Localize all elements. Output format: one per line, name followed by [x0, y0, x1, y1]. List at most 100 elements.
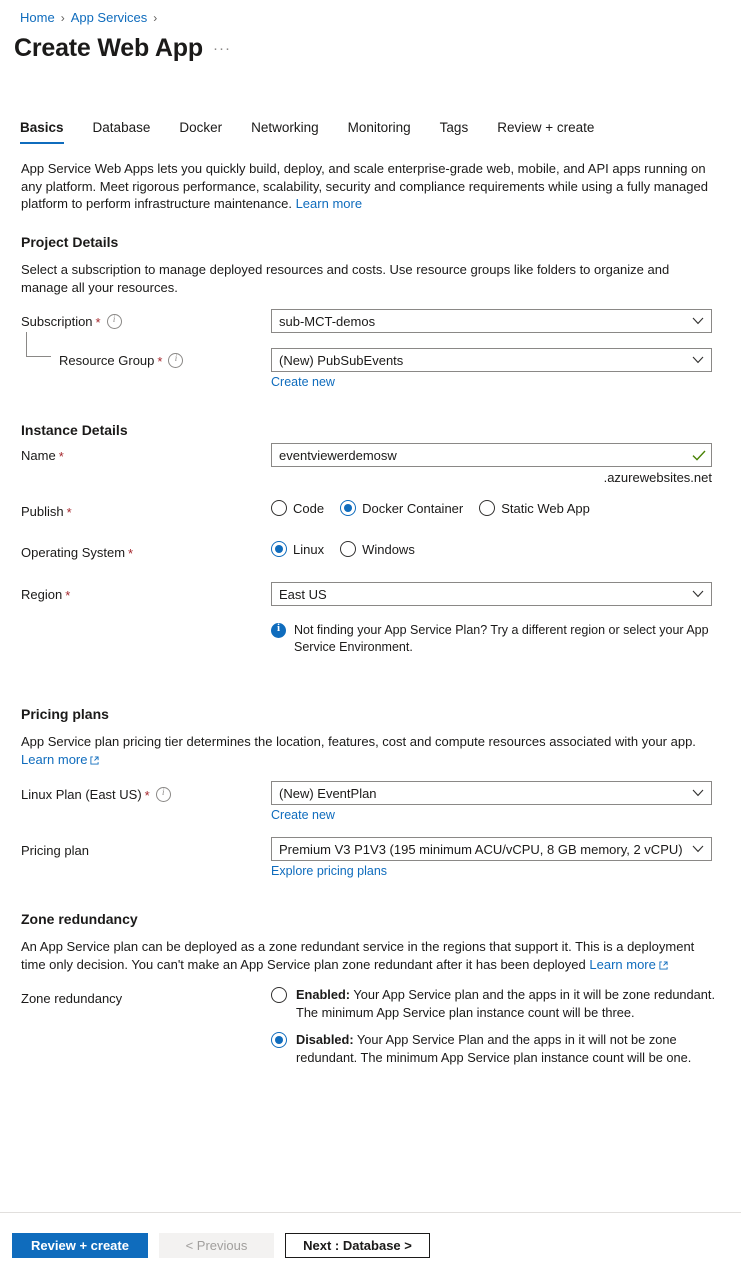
required-asterisk: *	[66, 505, 72, 520]
required-asterisk: *	[58, 449, 64, 464]
radio-icon-selected	[271, 541, 287, 557]
tab-monitoring[interactable]: Monitoring	[348, 120, 411, 144]
publish-option-code[interactable]: Code	[271, 500, 324, 516]
info-icon[interactable]	[106, 314, 122, 329]
pricing-plan-label-text: Pricing plan	[21, 843, 89, 858]
publish-option-docker-container[interactable]: Docker Container	[340, 500, 463, 516]
zone-redundancy-disabled-detail: Your App Service Plan and the apps in it…	[296, 1032, 692, 1065]
breadcrumb-item-app-services[interactable]: App Services	[71, 10, 148, 25]
chevron-down-icon	[685, 845, 711, 853]
radio-icon	[271, 500, 287, 516]
tab-basics[interactable]: Basics	[20, 120, 64, 144]
tab-review-create[interactable]: Review + create	[497, 120, 594, 144]
tab-tags[interactable]: Tags	[440, 120, 469, 144]
intro-learn-more-link[interactable]: Learn more	[296, 196, 362, 211]
info-filled-icon	[271, 622, 286, 638]
subscription-dropdown[interactable]: sub-MCT-demos	[271, 309, 712, 333]
zone-redundancy-enabled-detail: Your App Service plan and the apps in it…	[296, 987, 716, 1020]
pricing-plans-description-text: App Service plan pricing tier determines…	[21, 734, 696, 749]
linux-plan-dropdown[interactable]: (New) EventPlan	[271, 781, 712, 805]
explore-pricing-plans-link[interactable]: Explore pricing plans	[271, 864, 387, 878]
chevron-down-icon	[685, 789, 711, 797]
required-asterisk: *	[144, 788, 150, 803]
region-value: East US	[279, 586, 327, 602]
next-database-button[interactable]: Next : Database >	[285, 1233, 430, 1258]
zone-redundancy-learn-more-link[interactable]: Learn more	[589, 957, 668, 975]
chevron-down-icon	[685, 356, 711, 364]
tab-docker[interactable]: Docker	[179, 120, 222, 144]
radio-icon-selected	[271, 1032, 287, 1048]
os-option-windows-label: Windows	[362, 541, 415, 557]
publish-label-text: Publish	[21, 504, 64, 519]
chevron-down-icon	[685, 590, 711, 598]
instance-details-heading: Instance Details	[21, 422, 128, 438]
publish-option-code-label: Code	[293, 500, 325, 516]
resource-group-label: Resource Group *	[59, 353, 184, 369]
name-input[interactable]: eventviewerdemosw	[271, 443, 712, 467]
linux-plan-label: Linux Plan (East US) *	[21, 787, 171, 802]
pricing-plans-description: App Service plan pricing tier determines…	[21, 733, 715, 769]
publish-option-static-web-app-label: Static Web App	[501, 500, 590, 516]
linux-plan-create-new-link[interactable]: Create new	[271, 808, 335, 822]
os-option-windows[interactable]: Windows	[340, 541, 415, 557]
resource-group-create-new-link[interactable]: Create new	[271, 375, 335, 389]
previous-button: < Previous	[159, 1233, 274, 1258]
resource-group-value: (New) PubSubEvents	[279, 352, 404, 368]
linux-plan-label-text: Linux Plan (East US)	[21, 787, 142, 802]
region-dropdown[interactable]: East US	[271, 582, 712, 606]
resource-group-dropdown[interactable]: (New) PubSubEvents	[271, 348, 712, 372]
os-option-linux[interactable]: Linux	[271, 541, 324, 557]
info-icon[interactable]	[155, 787, 171, 802]
name-value: eventviewerdemosw	[279, 447, 397, 463]
external-link-icon	[659, 957, 668, 975]
radio-icon	[479, 500, 496, 516]
tab-networking[interactable]: Networking	[251, 120, 319, 144]
pricing-plan-value: Premium V3 P1V3 (195 minimum ACU/vCPU, 8…	[279, 841, 683, 857]
publish-option-docker-container-label: Docker Container	[362, 500, 464, 516]
operating-system-label-text: Operating System	[21, 545, 126, 560]
radio-icon-selected	[340, 500, 357, 516]
pricing-plans-heading: Pricing plans	[21, 706, 109, 722]
pricing-plans-learn-more-link[interactable]: Learn more	[21, 752, 100, 770]
subscription-label: Subscription *	[21, 314, 122, 329]
more-options-icon[interactable]: ···	[213, 41, 231, 56]
radio-icon	[271, 987, 287, 1003]
name-label: Name *	[21, 448, 64, 463]
pricing-plan-dropdown[interactable]: Premium V3 P1V3 (195 minimum ACU/vCPU, 8…	[271, 837, 712, 861]
footer-divider	[0, 1212, 741, 1213]
radio-icon	[340, 541, 357, 557]
name-label-text: Name	[21, 448, 56, 463]
zone-redundancy-disabled-title: Disabled:	[296, 1032, 354, 1047]
project-details-description: Select a subscription to manage deployed…	[21, 262, 670, 295]
breadcrumb: Home › App Services ›	[20, 10, 157, 25]
valid-check-icon	[687, 450, 711, 461]
publish-radio-group: Code Docker Container Static Web App	[271, 500, 606, 516]
operating-system-label: Operating System *	[21, 545, 133, 560]
intro-text: App Service Web Apps lets you quickly bu…	[21, 161, 708, 211]
subscription-label-text: Subscription	[21, 314, 93, 329]
resource-group-tree-connector	[26, 332, 51, 357]
zone-redundancy-option-enabled[interactable]: Enabled: Your App Service plan and the a…	[271, 986, 732, 1021]
external-link-icon	[90, 752, 100, 770]
zone-redundancy-description: An App Service plan can be deployed as a…	[21, 938, 715, 974]
required-asterisk: *	[157, 354, 163, 369]
review-create-button[interactable]: Review + create	[12, 1233, 148, 1258]
zone-redundancy-heading: Zone redundancy	[21, 911, 138, 927]
region-label-text: Region	[21, 587, 63, 602]
breadcrumb-item-home[interactable]: Home	[20, 10, 55, 25]
subscription-value: sub-MCT-demos	[279, 313, 376, 329]
wizard-tabs: Basics Database Docker Networking Monito…	[20, 120, 623, 144]
zone-redundancy-option-disabled[interactable]: Disabled: Your App Service Plan and the …	[271, 1031, 732, 1066]
publish-option-static-web-app[interactable]: Static Web App	[479, 500, 590, 516]
info-icon[interactable]	[168, 353, 184, 368]
breadcrumb-separator-icon: ›	[153, 10, 158, 25]
page-title: Create Web App	[14, 34, 203, 62]
intro-paragraph: App Service Web Apps lets you quickly bu…	[21, 160, 713, 213]
zone-redundancy-disabled-text: Disabled: Your App Service Plan and the …	[296, 1031, 732, 1066]
tab-database[interactable]: Database	[93, 120, 151, 144]
required-asterisk: *	[95, 315, 101, 330]
name-suffix: .azurewebsites.net	[603, 470, 712, 485]
linux-plan-value: (New) EventPlan	[279, 785, 377, 801]
breadcrumb-separator-icon: ›	[60, 10, 65, 25]
publish-label: Publish *	[21, 504, 72, 519]
